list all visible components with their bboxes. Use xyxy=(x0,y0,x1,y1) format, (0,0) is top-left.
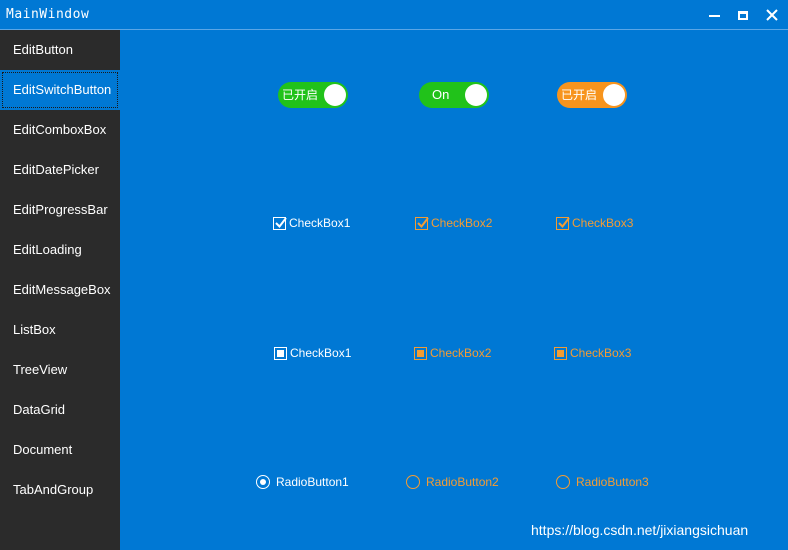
sidebar-item-editswitchbutton[interactable]: EditSwitchButton xyxy=(0,70,120,110)
switch-knob xyxy=(465,84,487,106)
switch-label: 已开启 xyxy=(282,88,319,102)
checkbox-label: CheckBox2 xyxy=(430,346,492,360)
radio-circle xyxy=(556,475,570,489)
square-checkbox-3[interactable]: CheckBox3 xyxy=(554,346,631,360)
checkbox-box xyxy=(556,216,570,230)
switch-knob xyxy=(603,84,625,106)
switch-knob xyxy=(324,84,346,106)
close-icon xyxy=(766,9,778,21)
maximize-icon xyxy=(738,10,748,20)
checkbox-label: CheckBox1 xyxy=(289,216,351,230)
window-title: MainWindow xyxy=(6,7,90,22)
minimize-icon xyxy=(708,15,720,17)
sidebar-item-editdatepicker[interactable]: EditDatePicker xyxy=(0,150,120,190)
checkbox-box xyxy=(415,216,429,230)
checkbox-label: CheckBox1 xyxy=(290,346,352,360)
checkbox-fill xyxy=(277,349,284,357)
sidebar-item-document[interactable]: Document xyxy=(0,430,120,470)
square-checkbox-1[interactable]: CheckBox1 xyxy=(274,346,351,360)
radio-label: RadioButton1 xyxy=(276,475,349,489)
sidebar-item-editloading[interactable]: EditLoading xyxy=(0,230,120,270)
radio-button-2[interactable]: RadioButton2 xyxy=(406,475,499,489)
sidebar: EditButton EditSwitchButton EditComboxBo… xyxy=(0,30,120,550)
checkmark-icon xyxy=(558,216,570,228)
switch-label: 已开启 xyxy=(561,88,598,102)
sidebar-item-tabandgroup[interactable]: TabAndGroup xyxy=(0,470,120,510)
checkbox-fill xyxy=(557,349,564,357)
checkbox-fill xyxy=(417,349,424,357)
checkbox-label: CheckBox2 xyxy=(431,216,493,230)
radio-dot xyxy=(260,479,266,485)
close-button[interactable] xyxy=(757,0,787,30)
checkbox-1[interactable]: CheckBox1 xyxy=(273,216,350,230)
checkmark-icon xyxy=(275,216,287,228)
radio-button-3[interactable]: RadioButton3 xyxy=(556,475,649,489)
checkbox-box xyxy=(554,346,567,360)
checkbox-label: CheckBox3 xyxy=(570,346,632,360)
sidebar-item-editprogressbar[interactable]: EditProgressBar xyxy=(0,190,120,230)
sidebar-item-listbox[interactable]: ListBox xyxy=(0,310,120,350)
sidebar-item-editmessagebox[interactable]: EditMessageBox xyxy=(0,270,120,310)
switch-button-1[interactable]: 已开启 xyxy=(278,82,348,108)
sidebar-item-editbutton[interactable]: EditButton xyxy=(0,30,120,70)
radio-circle xyxy=(406,475,420,489)
radio-label: RadioButton3 xyxy=(576,475,649,489)
radio-button-1[interactable]: RadioButton1 xyxy=(256,475,349,489)
sidebar-item-treeview[interactable]: TreeView xyxy=(0,350,120,390)
maximize-button[interactable] xyxy=(728,0,758,30)
sidebar-item-datagrid[interactable]: DataGrid xyxy=(0,390,120,430)
checkbox-label: CheckBox3 xyxy=(572,216,634,230)
square-checkbox-2[interactable]: CheckBox2 xyxy=(414,346,491,360)
radio-label: RadioButton2 xyxy=(426,475,499,489)
main-window: MainWindow EditButton EditSwitchButton E… xyxy=(0,0,788,550)
checkbox-box xyxy=(274,346,287,360)
checkbox-3[interactable]: CheckBox3 xyxy=(556,216,633,230)
watermark-text: https://blog.csdn.net/jixiangsichuan xyxy=(531,522,749,538)
switch-label: On xyxy=(432,87,450,102)
switch-button-3[interactable]: 已开启 xyxy=(557,82,627,108)
title-bar[interactable]: MainWindow xyxy=(0,0,788,30)
radio-circle xyxy=(256,475,270,489)
checkbox-box xyxy=(414,346,427,360)
minimize-button[interactable] xyxy=(699,0,729,30)
sidebar-item-editcomboxbox[interactable]: EditComboxBox xyxy=(0,110,120,150)
checkbox-box xyxy=(273,216,287,230)
switch-button-2[interactable]: On xyxy=(419,82,489,108)
content-area: 已开启 On 已开启 CheckBox1 CheckBox2 CheckBox3… xyxy=(120,30,788,550)
checkbox-2[interactable]: CheckBox2 xyxy=(415,216,492,230)
checkmark-icon xyxy=(417,216,429,228)
